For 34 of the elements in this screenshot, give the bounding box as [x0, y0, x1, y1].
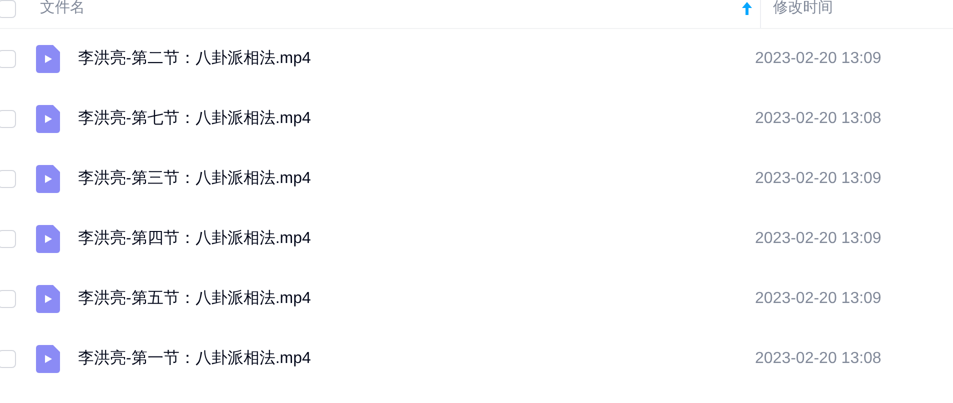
modified-time: 2023-02-20 13:08	[755, 109, 882, 129]
file-name[interactable]: 李洪亮-第一节：八卦派相法.mp4	[78, 347, 755, 371]
column-header[interactable]: 文件名	[40, 0, 85, 20]
file-row[interactable]: 李洪亮-第四节：八卦派相法.mp4 2023-02-20 13:09	[0, 209, 953, 269]
file-row[interactable]: 李洪亮-第一节：八卦派相法.mp4 2023-02-20 13:08	[0, 329, 953, 389]
file-row[interactable]: 李洪亮-第七节：八卦派相法.mp4 2023-02-20 13:08	[0, 89, 953, 149]
file-name[interactable]: 李洪亮-第三节：八卦派相法.mp4	[78, 167, 755, 191]
video-file-icon	[36, 165, 60, 193]
checkbox[interactable]	[0, 0, 16, 18]
file-row[interactable]: 李洪亮-第二节：八卦派相法.mp4 2023-02-20 13:09	[0, 29, 953, 89]
file-name[interactable]: 李洪亮-第二节：八卦派相法.mp4	[78, 47, 755, 71]
file-name[interactable]: 李洪亮-第四节：八卦派相法.mp4	[78, 227, 755, 251]
modified-time: 2023-02-20 13:09	[755, 229, 882, 249]
checkbox[interactable]	[0, 290, 16, 308]
checkbox[interactable]	[0, 50, 16, 68]
video-file-icon	[36, 45, 60, 73]
sort-arrow-icon[interactable]	[742, 2, 752, 15]
video-file-icon	[36, 345, 60, 373]
video-file-icon	[36, 285, 60, 313]
file-name[interactable]: 李洪亮-第七节：八卦派相法.mp4	[78, 107, 755, 131]
checkbox[interactable]	[0, 230, 16, 248]
checkbox[interactable]	[0, 110, 16, 128]
checkbox[interactable]	[0, 350, 16, 368]
file-row[interactable]: 李洪亮-第五节：八卦派相法.mp4 2023-02-20 13:09	[0, 269, 953, 329]
checkbox[interactable]	[0, 170, 16, 188]
file-name[interactable]: 李洪亮-第五节：八卦派相法.mp4	[78, 287, 755, 311]
video-file-icon	[36, 225, 60, 253]
modified-time: 2023-02-20 13:09	[755, 169, 882, 189]
modified-time: 2023-02-20 13:09	[755, 289, 882, 309]
file-row[interactable]: 李洪亮-第三节：八卦派相法.mp4 2023-02-20 13:09	[0, 149, 953, 209]
video-file-icon	[36, 105, 60, 133]
modified-time: 2023-02-20 13:09	[755, 49, 882, 69]
column-header[interactable]: 修改时间	[773, 0, 833, 20]
modified-time: 2023-02-20 13:08	[755, 349, 882, 369]
